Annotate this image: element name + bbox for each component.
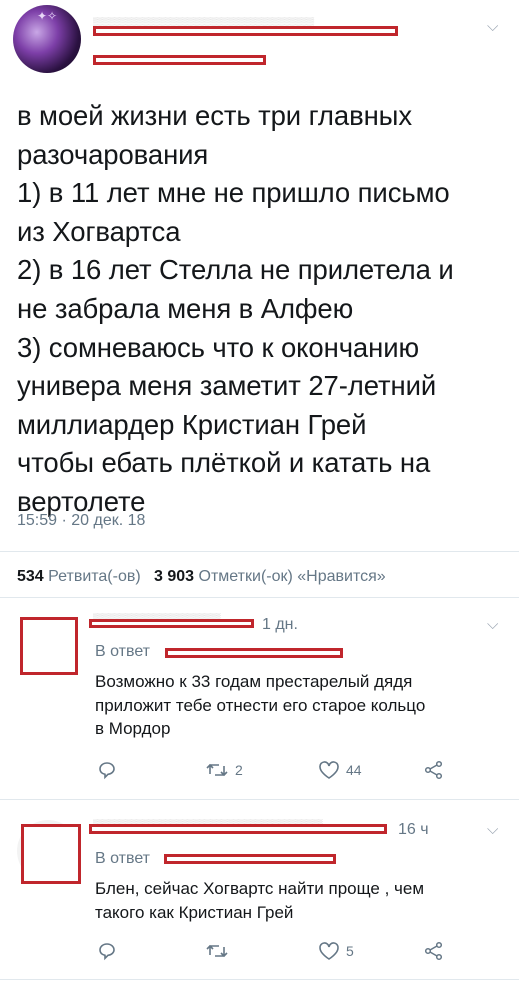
redaction-name (89, 824, 387, 834)
retweet-button[interactable]: 2 (205, 760, 243, 780)
redaction-reply-to (164, 854, 336, 864)
reply-2-time[interactable]: 16 ч (398, 821, 429, 839)
retweet-icon (205, 941, 229, 961)
reply-1-avatar-wrapper[interactable] (19, 617, 81, 683)
reply-2-text: Блен, сейчас Хогвартс найти проще , чем … (95, 879, 425, 922)
redaction-name (93, 26, 398, 36)
like-count: 5 (346, 943, 354, 959)
retweets-count[interactable]: 534 (17, 568, 44, 585)
reply-icon[interactable] (97, 941, 117, 961)
redaction-reply-to (165, 648, 343, 658)
redaction-name (89, 619, 254, 628)
tweet-timestamp[interactable]: 15:59 · 20 дек. 18 (17, 512, 145, 530)
divider (0, 979, 519, 980)
chevron-down-icon[interactable]: ⌵ (487, 821, 498, 838)
tweet-stats: 534 Ретвита(-ов) 3 903 Отметки(-ок) «Нра… (17, 568, 386, 586)
author-avatar[interactable]: ✦✧ (13, 5, 81, 73)
divider (0, 551, 519, 552)
avatar-decoration: ✦✧ (37, 9, 58, 23)
retweet-button[interactable] (205, 941, 235, 961)
tweet-text: в моей жизни есть три главных разочарова… (17, 100, 454, 517)
retweet-count: 2 (235, 762, 243, 778)
likes-label[interactable]: Отметки(-ок) «Нравится» (199, 568, 386, 585)
reply-1-text: Возможно к 33 годам престарелый дядя при… (95, 672, 426, 739)
retweet-icon (205, 760, 229, 780)
chevron-down-icon[interactable]: ⌵ (487, 18, 498, 35)
redaction-avatar (20, 617, 78, 675)
share-icon[interactable] (424, 941, 444, 961)
redaction-handle (93, 55, 266, 65)
reply-icon[interactable] (97, 760, 117, 780)
retweets-label[interactable]: Ретвита(-ов) (48, 568, 141, 585)
share-icon[interactable] (424, 760, 444, 780)
reply-2-avatar-wrapper[interactable] (17, 816, 87, 886)
reply-1-time[interactable]: 1 дн. (262, 616, 298, 634)
reply-1-reply-to: В ответ (95, 643, 151, 660)
heart-icon (318, 941, 340, 961)
reply-2-reply-to: В ответ (95, 850, 151, 867)
redaction-avatar (21, 824, 81, 884)
like-count: 44 (346, 762, 362, 778)
divider (0, 597, 519, 598)
like-button[interactable]: 44 (318, 760, 362, 780)
like-button[interactable]: 5 (318, 941, 354, 961)
likes-count[interactable]: 3 903 (154, 568, 194, 585)
divider (0, 799, 519, 800)
heart-icon (318, 760, 340, 780)
chevron-down-icon[interactable]: ⌵ (487, 616, 498, 633)
